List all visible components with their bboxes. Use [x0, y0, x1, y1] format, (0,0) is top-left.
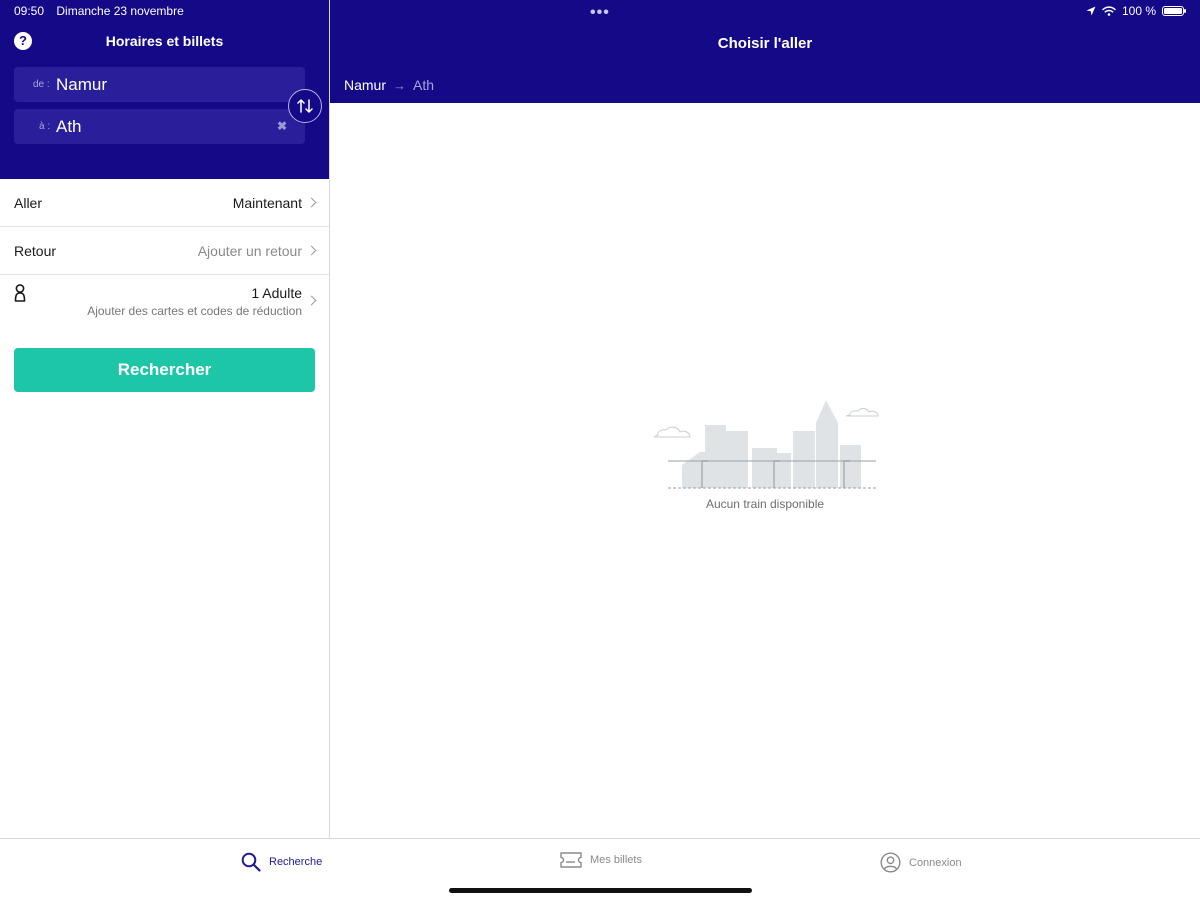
outbound-label: Aller	[14, 195, 43, 211]
battery-percent: 100 %	[1121, 4, 1156, 18]
tab-mes-billets[interactable]: Mes billets	[560, 852, 642, 868]
route-to: Ath	[413, 77, 435, 93]
chevron-right-icon	[306, 197, 317, 208]
tab-bar: Recherche Mes billets Connexion	[0, 838, 1200, 900]
app-root: 09:50 Dimanche 23 novembre ? Horaires et…	[0, 0, 1200, 900]
status-date: Dimanche 23 novembre	[56, 4, 184, 18]
tab-connexion-label: Connexion	[909, 856, 962, 869]
from-prefix-label: de :	[33, 79, 50, 90]
swap-stations-button[interactable]	[288, 89, 322, 123]
outbound-value: Maintenant	[232, 195, 302, 211]
home-indicator[interactable]	[449, 888, 752, 893]
from-station-value: Namur	[56, 75, 108, 94]
search-icon	[241, 852, 261, 872]
empty-state-message: Aucun train disponible	[705, 497, 825, 511]
breadcrumb: Namur → Ath	[344, 77, 434, 93]
tab-recherche[interactable]: Recherche	[241, 852, 322, 872]
to-prefix-label: à :	[39, 121, 51, 132]
passengers-value: 1 Adulte	[251, 285, 302, 301]
tab-mes-billets-label: Mes billets	[590, 854, 642, 866]
route-from: Namur	[344, 77, 387, 93]
return-value: Ajouter un retour	[197, 243, 302, 259]
results-title: Choisir l'aller	[717, 35, 813, 52]
clear-icon[interactable]: ✖	[277, 109, 287, 144]
discounts-link: Ajouter des cartes et codes de réduction	[87, 304, 302, 318]
chevron-right-icon	[306, 245, 317, 256]
from-station-field[interactable]: de : Namur	[14, 67, 305, 102]
status-time: 09:50	[14, 4, 45, 18]
status-bar-right: 100 %	[1086, 4, 1186, 18]
to-station-field[interactable]: à : Ath ✖	[14, 109, 305, 144]
multitask-dots-icon[interactable]: •••	[590, 4, 610, 22]
to-station-value: Ath	[56, 117, 82, 136]
search-panel: 09:50 Dimanche 23 novembre ? Horaires et…	[0, 0, 329, 838]
tab-connexion[interactable]: Connexion	[880, 852, 962, 873]
user-circle-icon	[880, 852, 901, 873]
outbound-time-row[interactable]: Aller Maintenant	[0, 179, 329, 227]
return-time-row[interactable]: Retour Ajouter un retour	[0, 227, 329, 275]
search-header: 09:50 Dimanche 23 novembre ? Horaires et…	[0, 0, 329, 179]
wifi-icon	[1102, 6, 1116, 16]
panel-divider	[329, 0, 330, 838]
swap-arrows-icon	[297, 99, 313, 113]
search-button[interactable]: Rechercher	[14, 348, 315, 392]
return-label: Retour	[14, 243, 57, 259]
tab-recherche-label: Recherche	[269, 856, 323, 868]
page-title: Horaires et billets	[105, 33, 224, 49]
empty-state: Aucun train disponible	[650, 395, 880, 511]
arrow-right-icon: →	[393, 77, 407, 93]
chevron-right-icon	[306, 295, 317, 306]
location-arrow-icon	[1086, 6, 1096, 16]
results-header: ••• 100 % Choisir l'aller Namur → Ath	[330, 0, 1200, 103]
city-illustration-icon	[653, 400, 879, 489]
status-bar-left: 09:50 Dimanche 23 novembre	[14, 4, 193, 18]
ticket-icon	[560, 852, 582, 868]
battery-icon	[1162, 6, 1186, 16]
passengers-row[interactable]: 1 Adulte Ajouter des cartes et codes de …	[0, 275, 329, 328]
person-icon	[14, 284, 26, 302]
